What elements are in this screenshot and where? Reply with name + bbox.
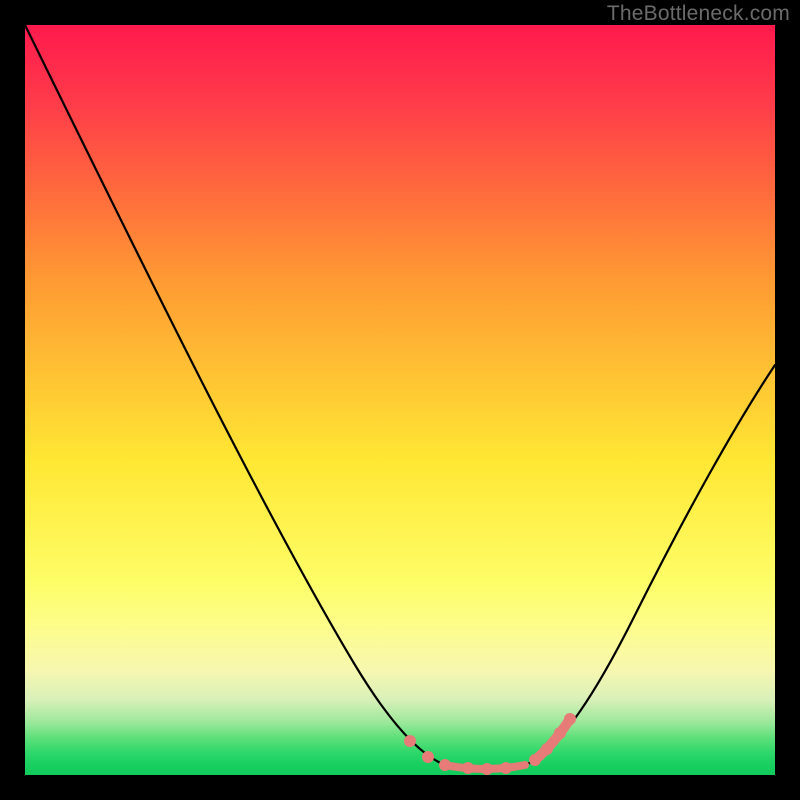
marker-floor-1 <box>462 762 474 774</box>
marker-left-3 <box>439 759 451 771</box>
marker-floor-3 <box>500 762 512 774</box>
marker-right-1 <box>529 754 541 766</box>
marker-left-2 <box>422 751 434 763</box>
marker-right-2 <box>541 743 553 755</box>
marker-left-1 <box>404 735 416 747</box>
curve-svg <box>25 25 775 775</box>
marker-floor-2 <box>481 763 493 775</box>
marker-right-4 <box>564 713 576 725</box>
marker-right-trace <box>535 719 570 760</box>
bottleneck-curve <box>25 25 775 771</box>
marker-right-3 <box>554 727 566 739</box>
chart-frame: TheBottleneck.com <box>0 0 800 800</box>
plot-area <box>25 25 775 775</box>
watermark-text: TheBottleneck.com <box>607 2 790 26</box>
